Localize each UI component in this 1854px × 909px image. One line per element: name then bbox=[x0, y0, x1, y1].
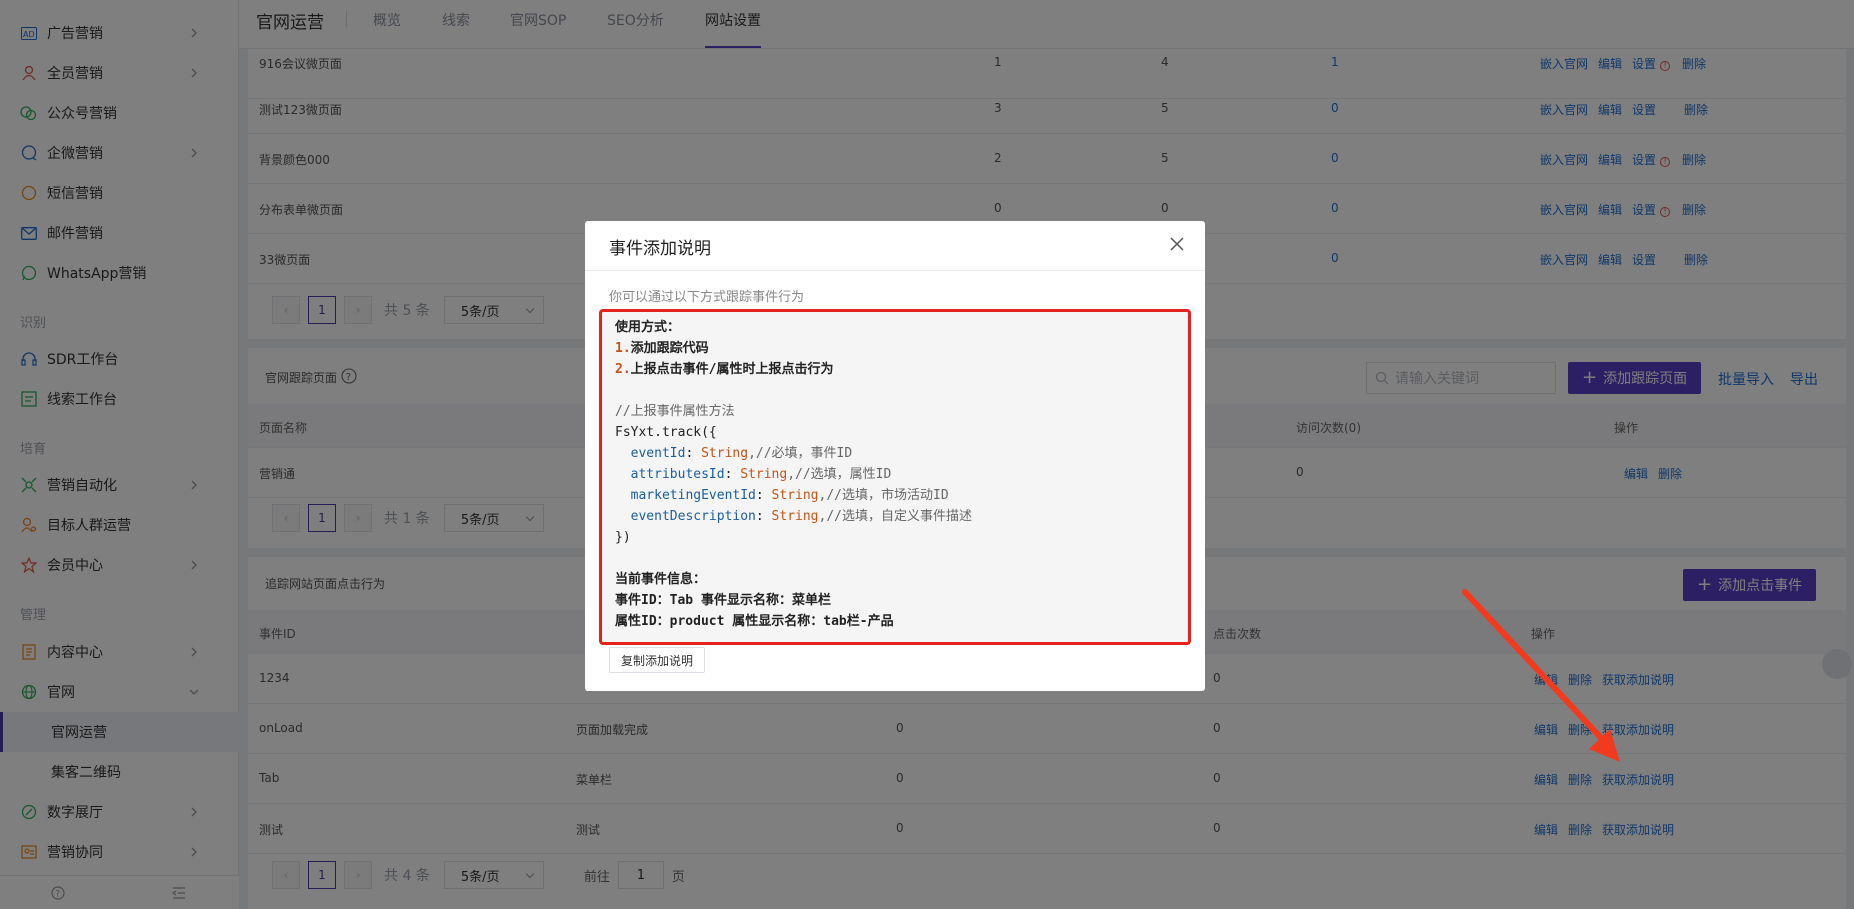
event-instructions-modal: 事件添加说明 你可以通过以下方式跟踪事件行为 使用方式： 1.添加跟踪代码 2.… bbox=[585, 221, 1205, 691]
modal-description: 你可以通过以下方式跟踪事件行为 bbox=[609, 290, 805, 305]
param-comment: ,//选填，市场活动ID bbox=[818, 488, 949, 503]
usage-title: 使用方式： bbox=[615, 320, 681, 335]
current-attribute-info: 属性ID：product 属性显示名称：tab栏-产品 bbox=[615, 614, 894, 629]
step-text: 添加跟踪代码 bbox=[630, 341, 709, 356]
param-comment: ,//必填，事件ID bbox=[748, 446, 853, 461]
modal-title: 事件添加说明 bbox=[609, 239, 711, 259]
code-param: eventDescription: String,//选填，自定义事件描述 bbox=[630, 509, 972, 524]
copy-instructions-button[interactable]: 复制添加说明 bbox=[609, 647, 706, 673]
param-type: String bbox=[771, 509, 819, 524]
param-comment: ,//选填，属性ID bbox=[787, 467, 892, 482]
step-text: 上报点击事件/属性时上报点击行为 bbox=[630, 362, 834, 377]
code-comment: //上报事件属性方法 bbox=[615, 404, 735, 419]
param-type: String bbox=[701, 446, 749, 461]
step-number: 2. bbox=[615, 362, 631, 377]
code-call-open: FsYxt.track({ bbox=[615, 425, 717, 440]
close-icon[interactable] bbox=[1167, 234, 1187, 254]
param-key: eventId bbox=[630, 446, 686, 461]
step-number: 1. bbox=[615, 341, 631, 356]
code-call-close: }) bbox=[615, 530, 631, 545]
usage-step-2: 2.上报点击事件/属性时上报点击行为 bbox=[615, 359, 1188, 380]
code-param: marketingEventId: String,//选填，市场活动ID bbox=[630, 488, 949, 503]
param-key: marketingEventId bbox=[630, 488, 756, 503]
current-event-title: 当前事件信息： bbox=[615, 572, 707, 587]
code-param: eventId: String,//必填，事件ID bbox=[630, 446, 853, 461]
modal-divider bbox=[585, 270, 1205, 271]
code-snippet-box: 使用方式： 1.添加跟踪代码 2.上报点击事件/属性时上报点击行为 //上报事件… bbox=[599, 309, 1191, 645]
code-param: attributesId: String,//选填，属性ID bbox=[630, 467, 892, 482]
param-comment: ,//选填，自定义事件描述 bbox=[818, 509, 972, 524]
param-type: String bbox=[771, 488, 819, 503]
param-key: eventDescription bbox=[630, 509, 756, 524]
param-key: attributesId bbox=[630, 467, 725, 482]
current-event-info: 事件ID：Tab 事件显示名称：菜单栏 bbox=[615, 593, 831, 608]
usage-step-1: 1.添加跟踪代码 bbox=[615, 338, 1188, 359]
param-type: String bbox=[740, 467, 788, 482]
